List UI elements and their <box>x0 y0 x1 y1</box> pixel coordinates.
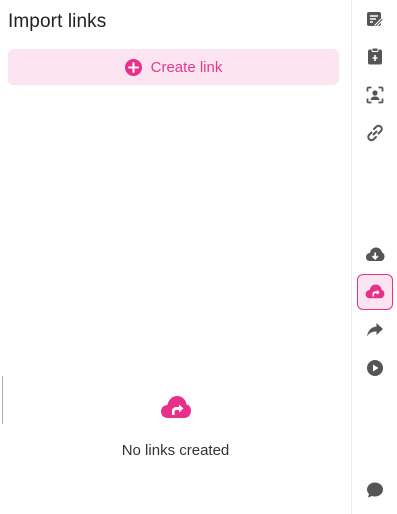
rail-link-button[interactable] <box>357 115 393 151</box>
cloud-download-icon <box>366 247 385 261</box>
page-title: Import links <box>8 11 107 32</box>
rail-face-scan-button[interactable] <box>357 77 393 113</box>
empty-message: No links created <box>121 442 230 459</box>
face-scan-icon <box>366 86 384 104</box>
create-link-button[interactable]: Create link <box>8 49 339 85</box>
plus-circle-icon <box>124 58 142 76</box>
rail-import-links-button[interactable] <box>357 274 393 310</box>
right-tool-rail <box>351 0 397 514</box>
play-circle-icon <box>367 360 383 376</box>
rail-cloud-download-button[interactable] <box>357 237 393 273</box>
cloud-link-icon <box>160 396 191 418</box>
import-links-panel: Import links Create link No links create… <box>0 0 351 514</box>
share-forward-icon <box>367 323 383 337</box>
cloud-link-icon <box>365 284 385 299</box>
edit-note-icon <box>367 12 384 28</box>
rail-play-button[interactable] <box>357 350 393 386</box>
create-link-label: Create link <box>150 58 223 76</box>
empty-state: No links created <box>0 394 351 459</box>
chat-icon <box>367 482 383 498</box>
rail-share-button[interactable] <box>357 312 393 348</box>
rail-edit-note-button[interactable] <box>357 2 393 38</box>
rail-chat-button[interactable] <box>357 472 393 508</box>
link-icon <box>367 124 383 142</box>
rail-clipboard-button[interactable] <box>357 38 393 74</box>
clipboard-icon <box>368 47 382 65</box>
